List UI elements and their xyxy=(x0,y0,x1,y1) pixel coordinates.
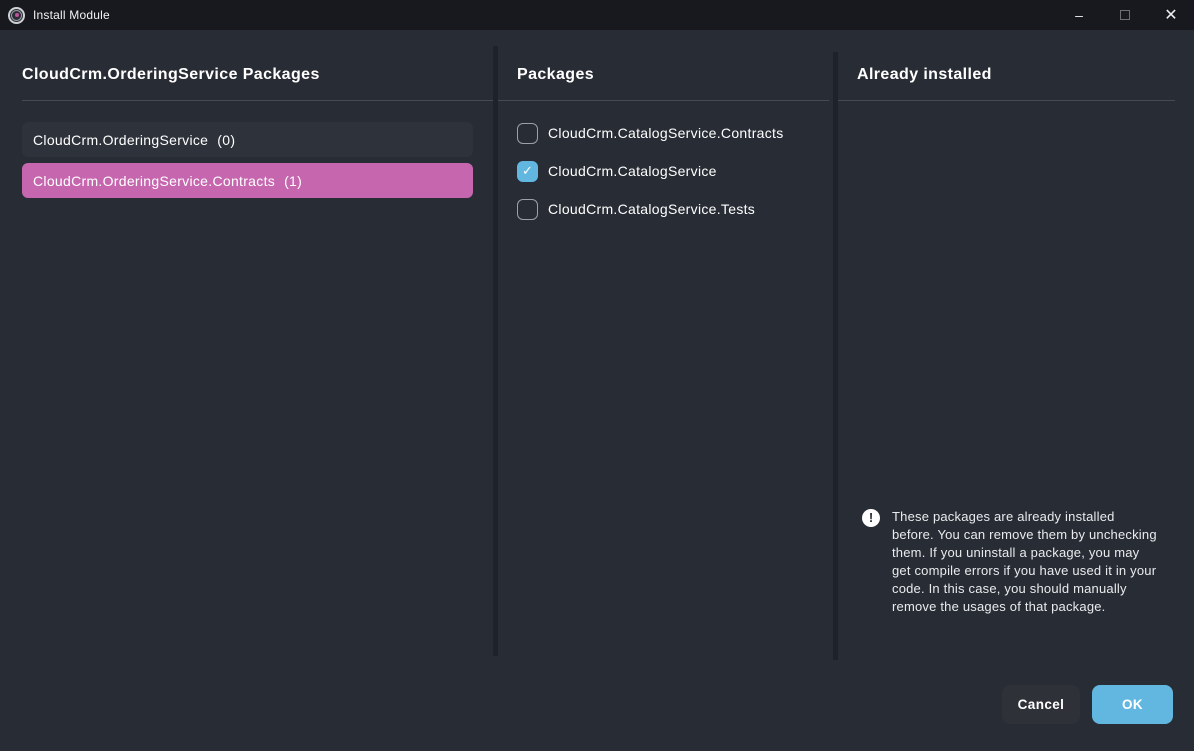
module-item-count: (1) xyxy=(284,173,302,189)
checkbox-checked[interactable]: ✓ xyxy=(517,161,538,182)
exclamation-circle-icon: ! xyxy=(862,509,880,527)
window-title: Install Module xyxy=(33,8,110,22)
module-item-label: CloudCrm.OrderingService xyxy=(33,132,208,148)
minimize-button[interactable]: – xyxy=(1056,0,1102,30)
column-separator-bar xyxy=(833,52,838,660)
titlebar: Install Module – ✕ xyxy=(0,0,1194,30)
close-button[interactable]: ✕ xyxy=(1148,0,1194,30)
package-item[interactable]: CloudCrm.CatalogService.Contracts xyxy=(517,114,829,152)
installed-note: ! These packages are already installed b… xyxy=(862,508,1164,616)
package-item-label: CloudCrm.CatalogService xyxy=(548,163,717,179)
module-item[interactable]: CloudCrm.OrderingService (0) xyxy=(22,122,473,157)
packages-column-header: Packages xyxy=(517,66,594,84)
checkbox-unchecked[interactable] xyxy=(517,199,538,220)
module-item-count: (0) xyxy=(217,132,235,148)
package-list: CloudCrm.CatalogService.Contracts ✓ CloudC… xyxy=(517,114,829,228)
packages-header-divider xyxy=(498,100,829,101)
cancel-button[interactable]: Cancel xyxy=(1002,685,1080,724)
modules-column-header: CloudCrm.OrderingService Packages xyxy=(22,66,320,84)
package-item[interactable]: ✓ CloudCrm.CatalogService xyxy=(517,152,829,190)
maximize-icon xyxy=(1120,10,1130,20)
install-module-dialog: Install Module – ✕ CloudCrm.OrderingServ… xyxy=(0,0,1194,751)
package-item-label: CloudCrm.CatalogService.Tests xyxy=(548,201,755,217)
module-item[interactable]: CloudCrm.OrderingService.Contracts (1) xyxy=(22,163,473,198)
installed-note-text: These packages are already installed bef… xyxy=(892,508,1160,616)
package-item[interactable]: CloudCrm.CatalogService.Tests xyxy=(517,190,829,228)
package-item-label: CloudCrm.CatalogService.Contracts xyxy=(548,125,784,141)
window-controls: – ✕ xyxy=(1056,0,1194,30)
column-separator-bar xyxy=(493,46,498,656)
abp-logo-icon xyxy=(8,7,25,24)
modules-header-divider xyxy=(22,100,493,101)
installed-column-header: Already installed xyxy=(857,66,992,84)
module-item-label: CloudCrm.OrderingService.Contracts xyxy=(33,173,275,189)
ok-button[interactable]: OK xyxy=(1092,685,1173,724)
installed-header-divider xyxy=(838,100,1175,101)
maximize-button xyxy=(1102,0,1148,30)
checkbox-unchecked[interactable] xyxy=(517,123,538,144)
module-list: CloudCrm.OrderingService(0)CloudCrm.Orde… xyxy=(22,122,473,204)
